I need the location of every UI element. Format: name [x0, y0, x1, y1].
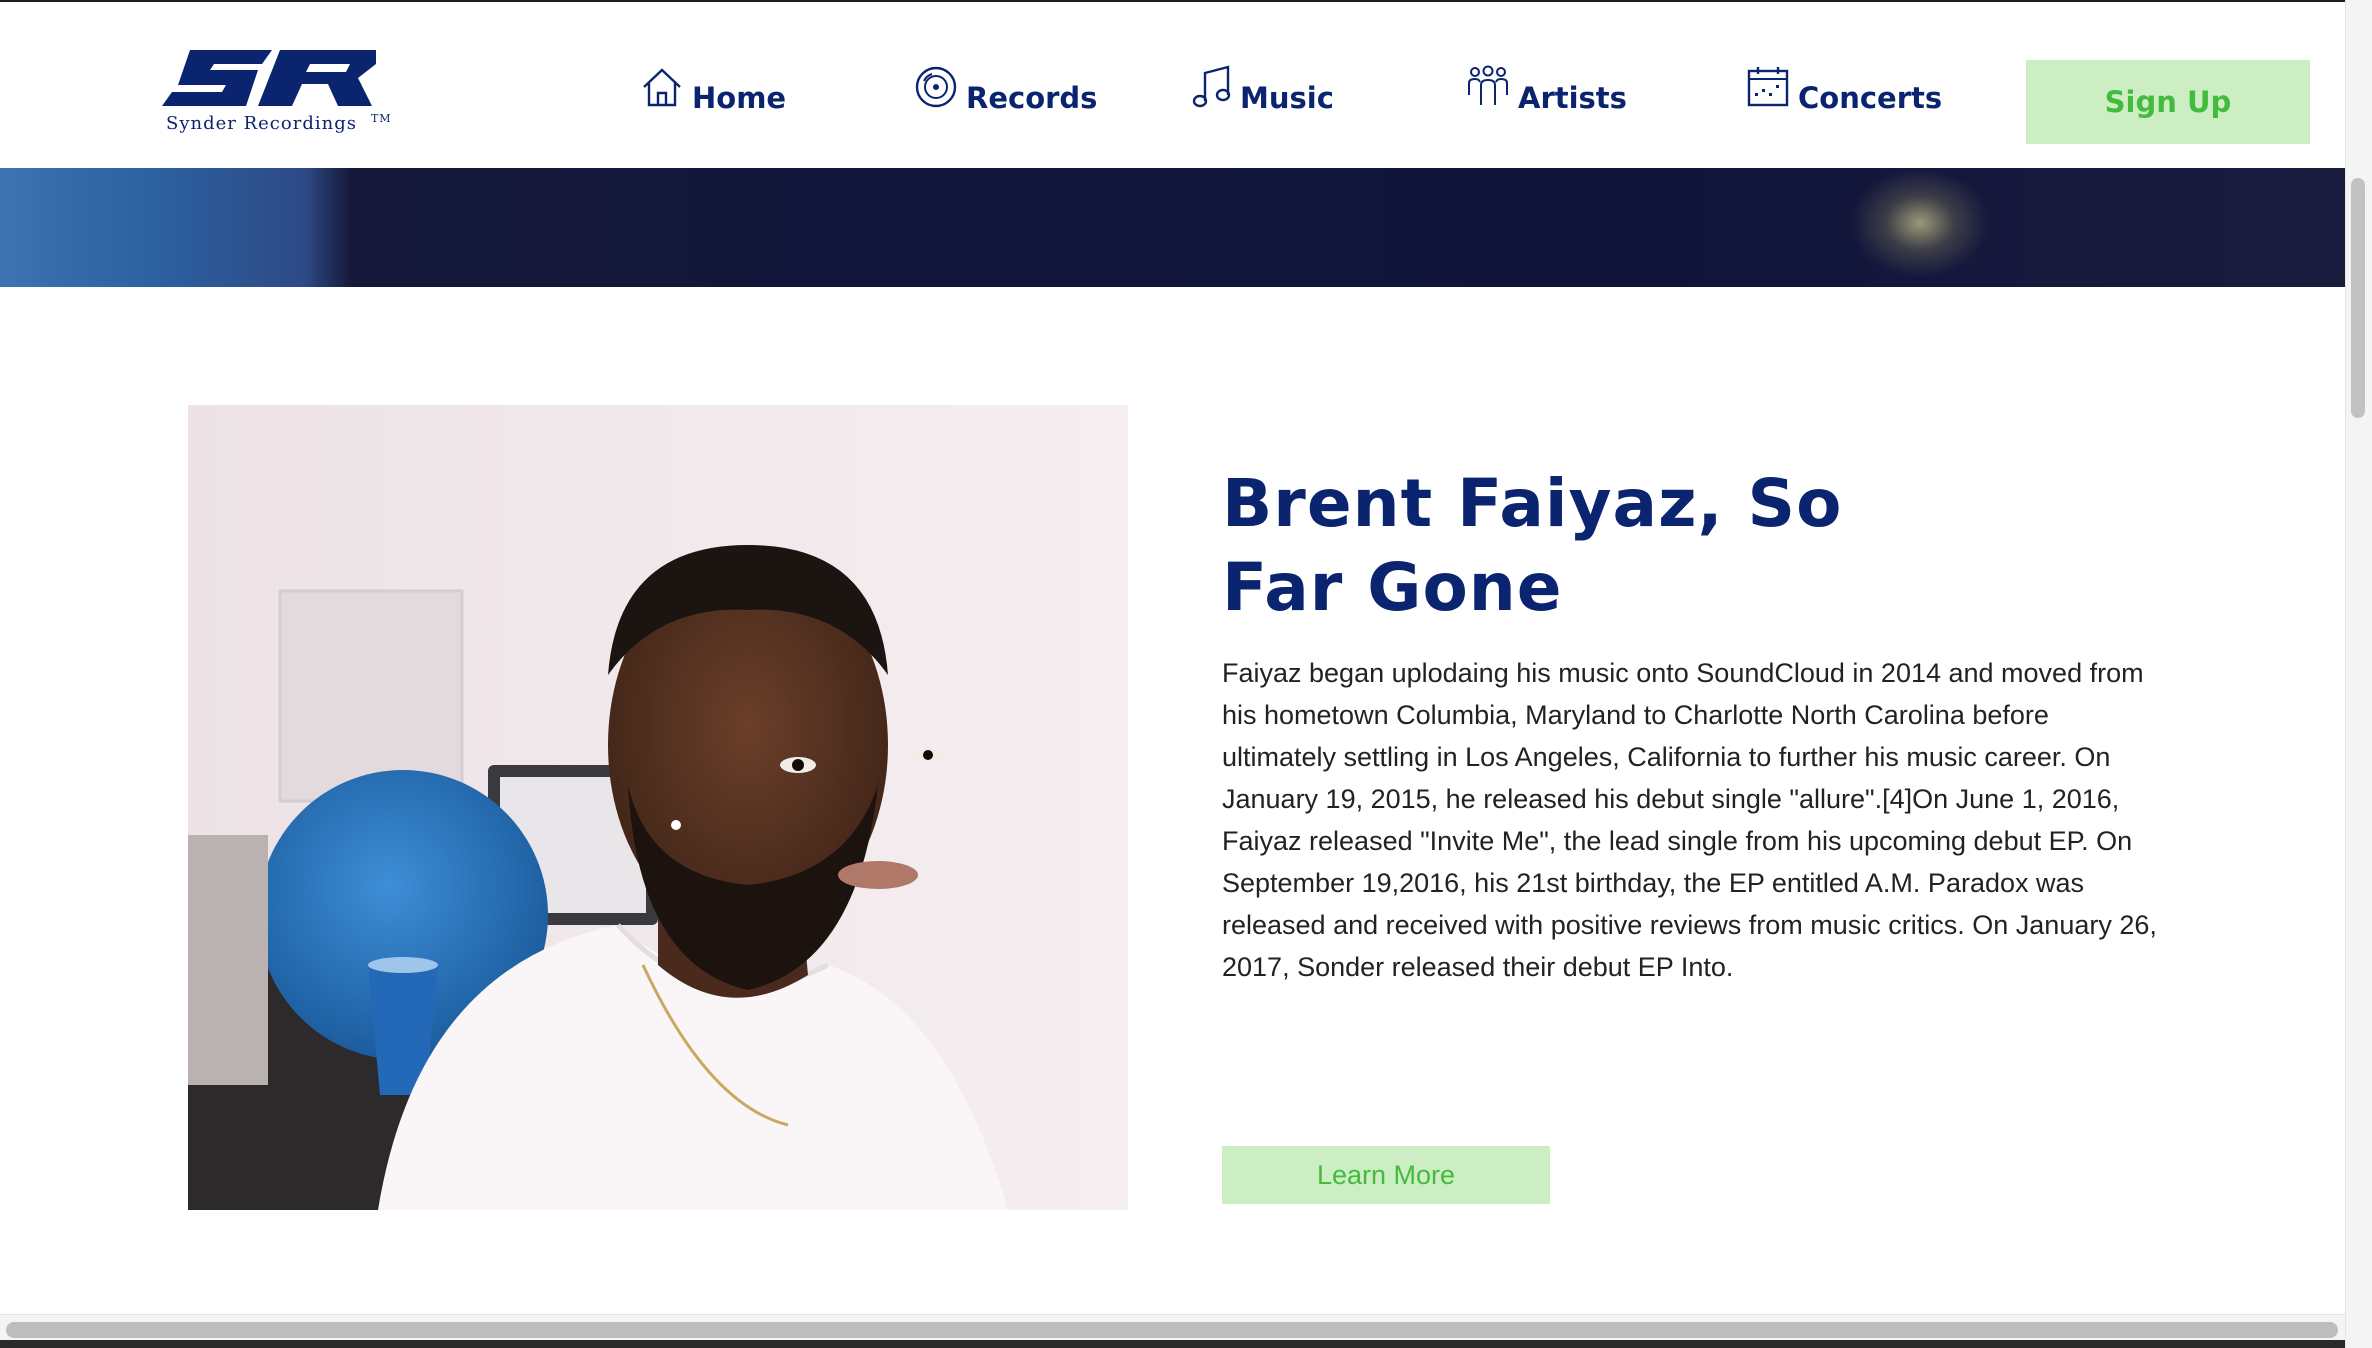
sr-logo-mark [162, 50, 376, 106]
sign-up-button[interactable]: Sign Up [2026, 60, 2310, 144]
nav-home-label: Home [692, 81, 787, 115]
nav-home[interactable]: Home [640, 65, 787, 128]
nav-concerts-label: Concerts [1798, 81, 1943, 115]
nav-music[interactable]: Music [1192, 64, 1334, 128]
artist-bio: Faiyaz began uplodaing his music onto So… [1222, 658, 2157, 982]
hero-banner-image [0, 168, 2345, 287]
brand-name-text: Synder Recordings [166, 113, 357, 134]
home-icon [640, 65, 684, 116]
nav-artists-label: Artists [1518, 81, 1627, 115]
nav-artists[interactable]: Artists [1466, 65, 1627, 128]
page: Synder Recordings TM Home Records Music [0, 0, 2372, 1348]
people-group-icon [1466, 65, 1510, 116]
nav-music-label: Music [1240, 81, 1334, 115]
nav-records[interactable]: Records [914, 65, 1098, 128]
nav-concerts[interactable]: Concerts [1746, 65, 1943, 128]
hero-banner-highlight [1850, 168, 1990, 278]
horizontal-scrollbar-thumb[interactable] [6, 1322, 2338, 1338]
brand-logo[interactable]: Synder Recordings TM [162, 50, 391, 142]
artist-photo-illustration [188, 405, 1128, 1210]
vertical-scrollbar-thumb[interactable] [2351, 178, 2365, 418]
calendar-icon [1746, 65, 1790, 116]
record-disc-icon [914, 65, 958, 116]
artist-photo [188, 405, 1128, 1210]
learn-more-button[interactable]: Learn More [1222, 1146, 1550, 1204]
trademark-mark: TM [370, 112, 392, 125]
brand-name: Synder Recordings TM [166, 112, 391, 134]
artist-title: Brent Faiyaz, So Far Gone [1222, 465, 1843, 626]
site-header: Synder Recordings TM Home Records Music [0, 2, 2345, 168]
music-note-icon [1192, 64, 1232, 116]
window-bottom-edge [0, 1340, 2345, 1348]
nav-records-label: Records [966, 81, 1098, 115]
